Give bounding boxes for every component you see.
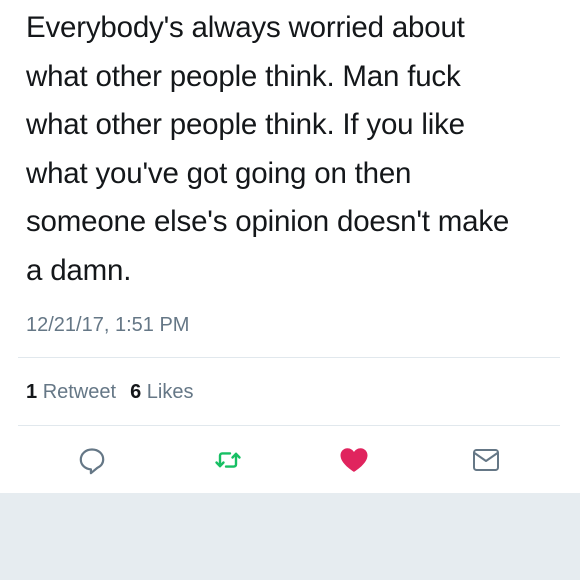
tweet-text-line: Everybody's always worried about [26, 11, 465, 44]
retweet-label: Retweet [42, 381, 117, 403]
like-button[interactable] [339, 445, 369, 475]
retweet-stat[interactable]: 1 Retweet [26, 381, 116, 403]
heart-icon [340, 448, 368, 472]
retweet-icon [215, 452, 241, 468]
envelope-icon [473, 449, 499, 471]
retweet-button[interactable] [213, 445, 243, 475]
like-label: Likes [146, 381, 194, 403]
tweet-text: Everybody's always worried about what ot… [26, 4, 566, 295]
reply-icon [79, 448, 105, 475]
tweet-stats: 1 Retweet 6 Likes [26, 378, 193, 406]
divider [18, 425, 560, 426]
direct-message-button[interactable] [471, 445, 501, 475]
tweet-text-line: what other people think. Man fuck [26, 59, 461, 93]
tweet-text-line: a damn. [26, 253, 132, 287]
reply-button[interactable] [77, 445, 107, 475]
tweet-text-line: someone else's opinion doesn't make [26, 205, 510, 238]
tweet-text-line: what other people think. If you like [26, 108, 465, 141]
divider [18, 357, 560, 358]
tweet-card: Everybody's always worried about what ot… [0, 0, 580, 493]
like-stat[interactable]: 6 Likes [130, 381, 193, 403]
retweet-count: 1 [26, 381, 38, 403]
like-count: 6 [130, 381, 142, 403]
tweet-text-line: what you've got going on then [26, 156, 412, 190]
tweet-timestamp[interactable]: 12/21/17, 1:51 PM [26, 311, 189, 339]
